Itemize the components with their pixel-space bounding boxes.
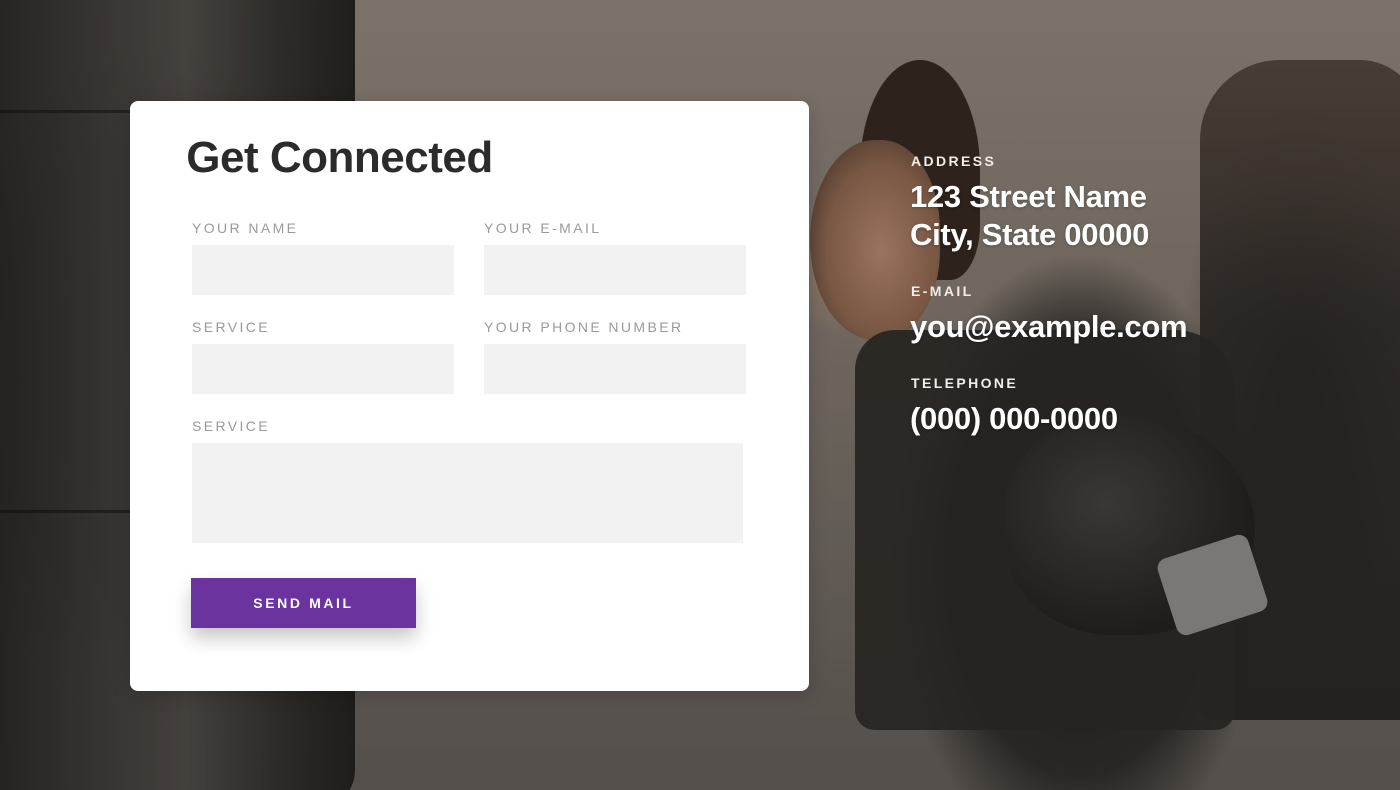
phone-label: YOUR PHONE NUMBER (484, 319, 684, 335)
name-label: YOUR NAME (192, 220, 299, 236)
message-label: SERVICE (192, 418, 271, 434)
service-label: SERVICE (192, 319, 271, 335)
address-line-2: City, State 00000 (910, 217, 1150, 252)
email-input[interactable] (484, 245, 746, 295)
service-input[interactable] (192, 344, 454, 394)
contact-page: Get Connected YOUR NAME YOUR E-MAIL SERV… (0, 0, 1400, 790)
email-info-label: E-MAIL (911, 283, 974, 299)
address-line-1: 123 Street Name (910, 179, 1147, 214)
email-info-value[interactable]: you@example.com (910, 308, 1188, 346)
email-label: YOUR E-MAIL (484, 220, 602, 236)
phone-input[interactable] (484, 344, 746, 394)
name-input[interactable] (192, 245, 454, 295)
form-title: Get Connected (186, 133, 493, 182)
address-label: ADDRESS (911, 153, 997, 169)
message-textarea[interactable] (192, 443, 743, 543)
telephone-value[interactable]: (000) 000-0000 (910, 400, 1118, 438)
send-mail-button[interactable]: SEND MAIL (191, 578, 416, 628)
telephone-label: TELEPHONE (911, 375, 1019, 391)
